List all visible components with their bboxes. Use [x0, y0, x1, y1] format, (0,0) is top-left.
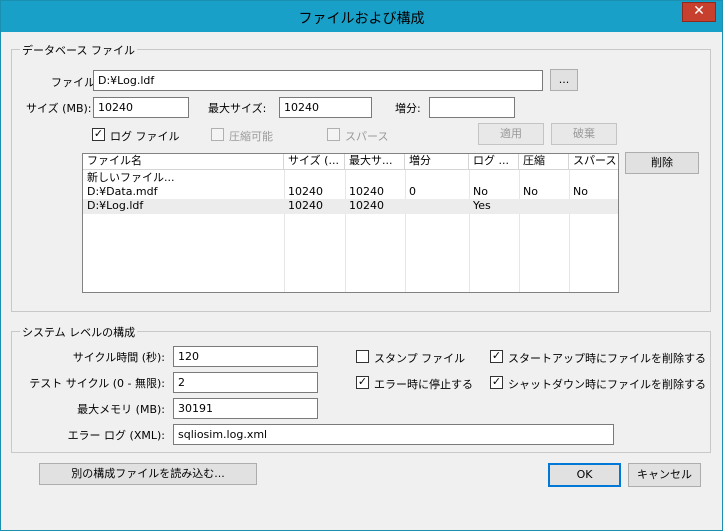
column-header-size[interactable]: サイズ (...	[284, 154, 345, 170]
column-header-compressed[interactable]: 圧縮	[519, 154, 569, 170]
delete-on-startup-checkbox[interactable]: ✓	[490, 350, 503, 363]
stamp-file-checkbox[interactable]	[356, 350, 369, 363]
cell-sparse: No	[573, 185, 588, 198]
cell-file-name: D:¥Data.mdf	[87, 185, 158, 198]
max-size-input[interactable]: 10240	[279, 97, 372, 118]
growth-label: 増分:	[395, 102, 421, 115]
cell-compressed	[519, 199, 569, 214]
delete-on-shutdown-checkbox[interactable]: ✓	[490, 376, 503, 389]
log-file-checkbox[interactable]: ✓	[92, 128, 105, 141]
log-file-label: ログ ファイル	[110, 130, 180, 143]
max-memory-label: 最大メモリ (MB):	[77, 403, 165, 416]
load-config-button[interactable]: 別の構成ファイルを読み込む...	[39, 463, 257, 485]
compressible-label: 圧縮可能	[229, 130, 273, 143]
close-icon: ✕	[693, 3, 705, 19]
stop-on-error-label: エラー時に停止する	[374, 378, 473, 391]
error-log-label: エラー ログ (XML):	[67, 429, 165, 442]
stop-on-error-checkbox[interactable]: ✓	[356, 376, 369, 389]
cell-sparse	[569, 199, 618, 214]
file-label: ファイル:	[51, 76, 99, 89]
column-header-file-name[interactable]: ファイル名	[83, 154, 284, 170]
delete-on-shutdown-label: シャットダウン時にファイルを削除する	[508, 378, 706, 391]
system-config-group: システム レベルの構成 サイクル時間 (秒): 120 テスト サイクル (0 …	[11, 324, 711, 453]
delete-button[interactable]: 削除	[625, 152, 699, 174]
column-header-max-size[interactable]: 最大サ...	[345, 154, 405, 170]
ok-button[interactable]: OK	[548, 463, 621, 487]
cycle-time-input[interactable]: 120	[173, 346, 318, 367]
cancel-button[interactable]: キャンセル	[628, 463, 701, 487]
cell-growth: 0	[409, 185, 416, 198]
stamp-file-label: スタンプ ファイル	[374, 352, 466, 365]
cell-size: 10240	[288, 185, 323, 198]
cycle-time-label: サイクル時間 (秒):	[72, 351, 165, 364]
error-log-input[interactable]: sqliosim.log.xml	[173, 424, 614, 445]
dialog-window: ファイルおよび構成 ✕ データベース ファイル ファイル: D:¥Log.ldf…	[0, 0, 723, 531]
size-input[interactable]: 10240	[93, 97, 189, 118]
cell-file-name: 新しいファイル...	[87, 171, 175, 184]
cell-log: No	[473, 185, 488, 198]
size-label: サイズ (MB):	[26, 102, 92, 115]
sparse-label: スパース	[345, 130, 389, 143]
database-files-group-label: データベース ファイル	[20, 42, 137, 58]
table-row[interactable]: D:¥Data.mdf 10240 10240 0 No No No	[83, 185, 618, 200]
apply-button[interactable]: 適用	[478, 123, 544, 145]
test-cycles-label: テスト サイクル (0 - 無限):	[29, 377, 165, 390]
cell-max-size: 10240	[349, 199, 384, 212]
test-cycles-input[interactable]: 2	[173, 372, 318, 393]
cell-max-size: 10240	[349, 185, 384, 198]
cell-growth	[405, 199, 469, 214]
dialog-client: データベース ファイル ファイル: D:¥Log.ldf ... サイズ (MB…	[9, 32, 714, 524]
delete-on-startup-label: スタートアップ時にファイルを削除する	[508, 352, 706, 365]
table-row-selected[interactable]: D:¥Log.ldf 10240 10240 Yes	[83, 199, 618, 214]
browse-button[interactable]: ...	[550, 69, 578, 91]
cell-file-name: D:¥Log.ldf	[87, 199, 144, 212]
file-path-input[interactable]: D:¥Log.ldf	[93, 70, 543, 91]
growth-input[interactable]	[429, 97, 515, 118]
compressible-checkbox[interactable]	[211, 128, 224, 141]
max-size-label: 最大サイズ:	[208, 102, 267, 115]
cell-log: Yes	[473, 199, 491, 212]
sparse-checkbox[interactable]	[327, 128, 340, 141]
window-title: ファイルおよび構成	[298, 11, 425, 27]
close-button[interactable]: ✕	[682, 2, 716, 22]
column-header-log[interactable]: ログ ...	[469, 154, 519, 170]
max-memory-input[interactable]: 30191	[173, 398, 318, 419]
title-bar: ファイルおよび構成 ✕	[1, 1, 722, 32]
discard-button[interactable]: 破棄	[551, 123, 617, 145]
file-list[interactable]: ファイル名 サイズ (... 最大サ... 増分 ログ ... 圧縮 スパース …	[82, 153, 619, 293]
table-row[interactable]: 新しいファイル...	[83, 171, 618, 186]
cell-size: 10240	[288, 199, 323, 212]
column-header-sparse[interactable]: スパース	[569, 154, 618, 170]
file-list-header: ファイル名 サイズ (... 最大サ... 増分 ログ ... 圧縮 スパース	[83, 154, 618, 170]
cell-compressed: No	[523, 185, 538, 198]
system-config-group-label: システム レベルの構成	[20, 324, 138, 340]
column-header-growth[interactable]: 増分	[405, 154, 469, 170]
